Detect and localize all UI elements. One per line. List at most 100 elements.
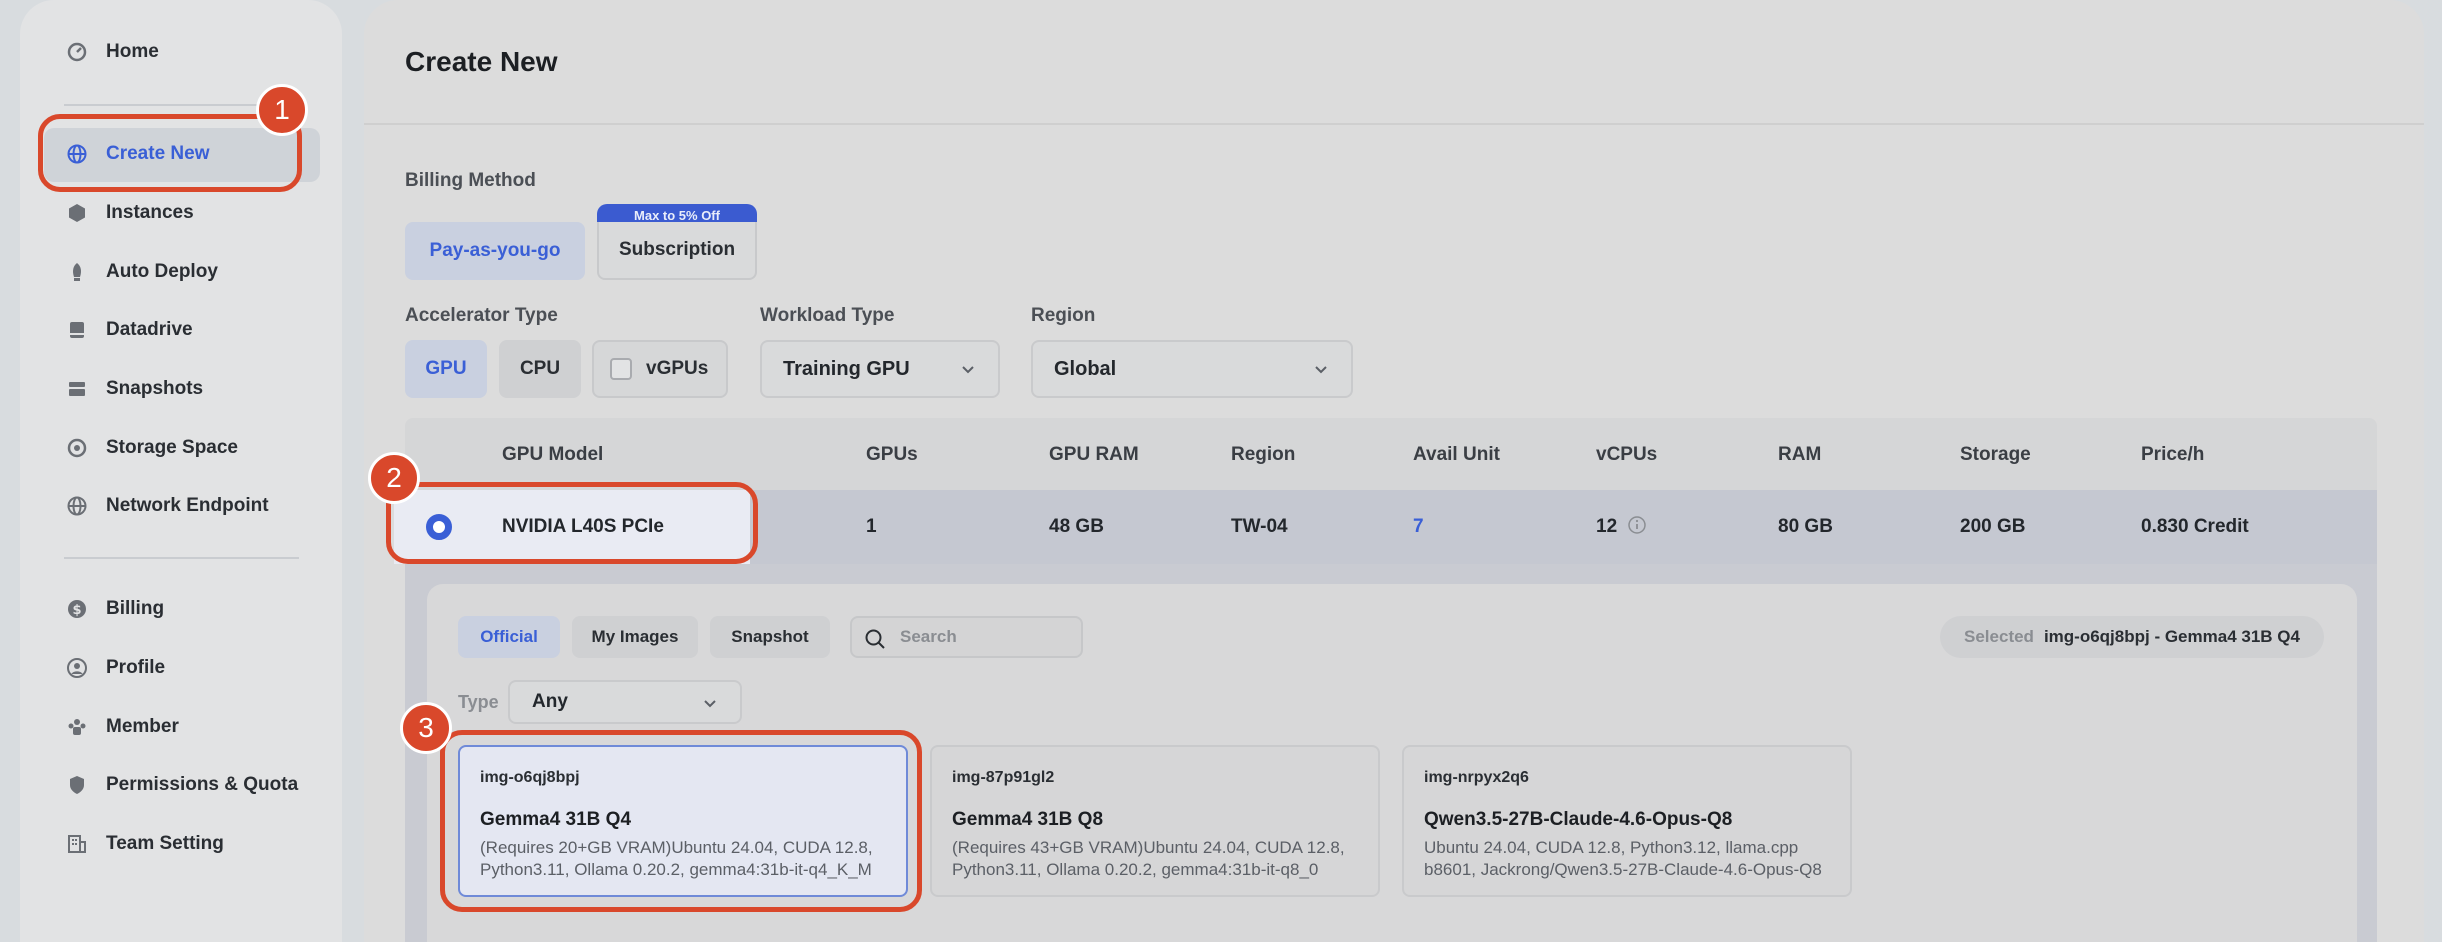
- image-card-id: img-nrpyx2q6: [1424, 769, 1529, 786]
- column-avail-unit: Avail Unit: [1413, 444, 1500, 465]
- accelerator-type-label: Accelerator Type: [405, 305, 558, 326]
- annotation-box-2: [386, 482, 758, 564]
- sidebar-item-team-setting[interactable]: Team Setting: [44, 818, 319, 870]
- column-region: Region: [1231, 444, 1296, 465]
- region-select[interactable]: Global: [1031, 340, 1353, 398]
- type-filter-value: Any: [532, 691, 568, 712]
- chevron-down-icon: [962, 366, 974, 374]
- price-cell: 0.830 Credit: [2141, 516, 2249, 537]
- gpu-table-header: [405, 418, 2377, 490]
- workload-type-value: Training GPU: [783, 357, 910, 380]
- sidebar-item-label: Instances: [106, 202, 194, 223]
- storage-cell: 200 GB: [1960, 516, 2026, 537]
- sidebar-item-billing[interactable]: $ Billing: [44, 583, 319, 635]
- image-card-name: Qwen3.5-27B-Claude-4.6-Opus-Q8: [1424, 809, 1733, 830]
- vgpus-checkbox[interactable]: [610, 358, 632, 380]
- column-gpu-model: GPU Model: [502, 444, 604, 465]
- tab-my-images[interactable]: My Images: [572, 616, 698, 658]
- annotation-marker-1: 1: [256, 84, 308, 136]
- svg-text:$: $: [72, 603, 81, 618]
- region-value: Global: [1054, 357, 1117, 380]
- sidebar-item-permissions-quota[interactable]: Permissions & Quota: [44, 759, 319, 811]
- sidebar-item-network-endpoint[interactable]: Network Endpoint: [44, 480, 319, 532]
- column-storage: Storage: [1960, 444, 2031, 465]
- search-input[interactable]: Search: [850, 616, 1083, 658]
- sidebar-item-label: Member: [106, 716, 179, 737]
- sidebar-item-profile[interactable]: Profile: [44, 642, 319, 694]
- tab-snapshot[interactable]: Snapshot: [710, 616, 830, 658]
- gpus-cell: 1: [866, 516, 877, 537]
- storage-icon: [66, 437, 88, 459]
- annotation-box-3: [440, 730, 922, 912]
- search-icon: [865, 629, 885, 649]
- sidebar-item-label: Storage Space: [106, 437, 238, 458]
- selected-label: Selected: [1964, 627, 2034, 646]
- dashboard-icon: [66, 41, 88, 63]
- subscription-button[interactable]: Subscription: [597, 222, 757, 280]
- gpu-button[interactable]: GPU: [405, 340, 487, 398]
- info-icon[interactable]: [1627, 515, 1647, 535]
- sidebar-item-datadrive[interactable]: Datadrive: [44, 304, 319, 356]
- image-card-id: img-87p91gl2: [952, 769, 1055, 786]
- vgpus-toggle[interactable]: vGPUs: [592, 340, 728, 398]
- sidebar-divider: [64, 557, 299, 559]
- sidebar-item-label: Snapshots: [106, 378, 204, 399]
- sidebar-item-label: Home: [106, 41, 159, 62]
- region-label: Region: [1031, 305, 1096, 326]
- tab-official[interactable]: Official: [458, 616, 560, 658]
- sidebar-item-label: Team Setting: [106, 833, 224, 854]
- image-card-description: (Requires 43+GB VRAM)Ubuntu 24.04, CUDA …: [952, 838, 1345, 879]
- workload-type-label: Workload Type: [760, 305, 895, 326]
- chevron-down-icon: [1315, 366, 1327, 374]
- network-icon: [66, 495, 88, 517]
- snapshot-icon: [66, 378, 88, 400]
- annotation-marker-3: 3: [400, 702, 452, 754]
- selected-value: img-o6qj8bpj - Gemma4 31B Q4: [2043, 627, 2300, 646]
- drive-icon: [66, 319, 88, 341]
- sidebar-item-member[interactable]: Member: [44, 701, 319, 753]
- vgpus-label: vGPUs: [646, 358, 709, 379]
- ram-cell: 80 GB: [1778, 516, 1833, 537]
- header-divider: [364, 123, 2424, 125]
- vcpus-cell: 12: [1596, 516, 1618, 537]
- image-card-gemma4-q8[interactable]: img-87p91gl2 Gemma4 31B Q8 (Requires 43+…: [930, 745, 1380, 897]
- building-icon: [66, 833, 88, 855]
- column-price: Price/h: [2141, 444, 2205, 465]
- region-cell: TW-04: [1231, 516, 1288, 537]
- dollar-icon: $: [66, 598, 88, 620]
- search-placeholder: Search: [900, 627, 957, 646]
- sidebar-item-label: Profile: [106, 657, 166, 678]
- page-title: Create New: [405, 46, 558, 77]
- shield-icon: [66, 774, 88, 796]
- sidebar-item-storage-space[interactable]: Storage Space: [44, 422, 319, 474]
- image-card-qwen35[interactable]: img-nrpyx2q6 Qwen3.5-27B-Claude-4.6-Opus…: [1402, 745, 1852, 897]
- pay-as-you-go-button[interactable]: Pay-as-you-go: [405, 222, 585, 280]
- image-card-description: Ubuntu 24.04, CUDA 12.8, Python3.12, lla…: [1424, 838, 1822, 879]
- billing-method-label: Billing Method: [405, 170, 536, 191]
- user-icon: [66, 657, 88, 679]
- rocket-icon: [66, 261, 88, 283]
- image-card-name: Gemma4 31B Q8: [952, 809, 1104, 830]
- cpu-button[interactable]: CPU: [499, 340, 581, 398]
- sidebar-item-label: Auto Deploy: [106, 261, 218, 282]
- cube-icon: [66, 202, 88, 224]
- column-vcpus: vCPUs: [1596, 444, 1658, 465]
- column-ram: RAM: [1778, 444, 1822, 465]
- chevron-down-icon: [704, 700, 716, 708]
- sidebar-item-home[interactable]: Home: [44, 26, 319, 78]
- sidebar-item-label: Billing: [106, 598, 165, 619]
- members-icon: [66, 716, 88, 738]
- gpu-ram-cell: 48 GB: [1049, 516, 1104, 537]
- annotation-marker-2: 2: [368, 452, 420, 504]
- avail-unit-cell: 7: [1413, 516, 1424, 537]
- sidebar-item-snapshots[interactable]: Snapshots: [44, 363, 319, 415]
- column-gpu-ram: GPU RAM: [1049, 444, 1139, 465]
- sidebar-item-auto-deploy[interactable]: Auto Deploy: [44, 246, 319, 298]
- workload-type-select[interactable]: Training GPU: [760, 340, 1000, 398]
- type-filter-label: Type: [458, 692, 499, 712]
- sidebar-item-instances[interactable]: Instances: [44, 187, 319, 239]
- sidebar-item-label: Permissions & Quota: [106, 774, 299, 795]
- type-filter-select[interactable]: Any: [508, 680, 742, 724]
- selected-image-pill: Selected img-o6qj8bpj - Gemma4 31B Q4: [1940, 616, 2324, 658]
- column-gpus: GPUs: [866, 444, 918, 465]
